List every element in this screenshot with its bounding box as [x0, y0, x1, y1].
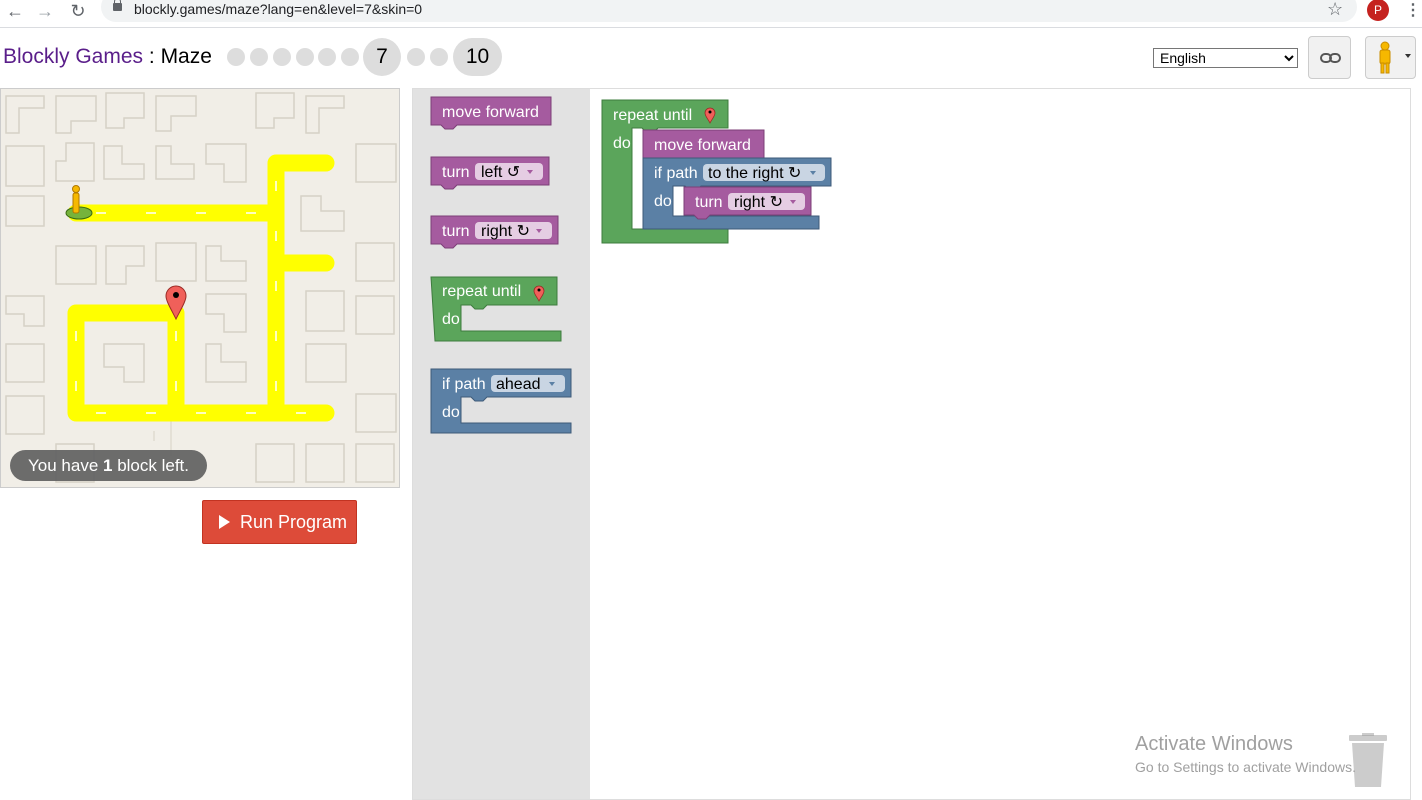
page-title: Blockly Games : Maze — [3, 45, 212, 69]
level-8-link[interactable] — [407, 48, 425, 66]
block-label: repeat until — [442, 283, 521, 300]
link-icon — [1320, 53, 1341, 63]
app-name: Maze — [160, 45, 212, 68]
profile-avatar[interactable]: P — [1367, 0, 1389, 21]
pegman-icon — [1379, 41, 1411, 74]
block-label: do — [654, 193, 672, 210]
program-move-forward-block[interactable]: move forward — [642, 129, 765, 163]
capacity-suffix: block left. — [112, 456, 190, 475]
trash-icon[interactable] — [1347, 733, 1389, 787]
url-text: blockly.games/maze?lang=en&level=7&skin=… — [134, 1, 423, 17]
dropdown-value: right ↻ — [481, 223, 530, 240]
play-icon — [219, 515, 230, 529]
block-label: do — [613, 135, 631, 152]
menu-icon[interactable]: ⋮ — [1405, 0, 1421, 20]
block-label: turn — [442, 164, 470, 181]
block-label: turn — [695, 194, 723, 211]
forward-icon[interactable]: → — [34, 1, 56, 23]
block-label: move forward — [442, 104, 539, 121]
level-6-link[interactable] — [341, 48, 359, 66]
address-bar[interactable]: blockly.games/maze?lang=en&level=7&skin=… — [101, 0, 1357, 22]
activation-watermark-title: Activate Windows — [1135, 733, 1293, 755]
reload-icon[interactable]: ↻ — [67, 1, 89, 23]
level-3-link[interactable] — [273, 48, 291, 66]
level-4-link[interactable] — [296, 48, 314, 66]
blocks-svg: move forward turn left ↺ turn right ↻ re… — [430, 96, 832, 434]
star-icon[interactable]: ☆ — [1327, 0, 1343, 20]
brand-link[interactable]: Blockly Games — [3, 45, 143, 68]
link-button[interactable] — [1308, 36, 1351, 79]
block-label: if path — [654, 165, 698, 182]
level-5-link[interactable] — [318, 48, 336, 66]
pegman-avatar-icon — [65, 185, 93, 220]
run-program-button[interactable]: Run Program — [202, 500, 357, 544]
block-label: repeat until — [613, 107, 692, 124]
lock-icon — [113, 0, 122, 11]
toolbox-move-forward-block[interactable]: move forward — [430, 96, 552, 130]
level-9-link[interactable] — [430, 48, 448, 66]
block-label: do — [442, 311, 460, 328]
dropdown-value: to the right ↻ — [708, 165, 801, 182]
capacity-prefix: You have — [28, 456, 103, 475]
level-2-link[interactable] — [250, 48, 268, 66]
run-program-label: Run Program — [240, 512, 348, 532]
block-label: if path — [442, 376, 486, 393]
dropdown-value: right ↻ — [734, 194, 783, 211]
program-turn-right-block[interactable]: turn right ↻ — [683, 186, 812, 220]
browser-toolbar: ← → ↻ blockly.games/maze?lang=en&level=7… — [0, 0, 1422, 28]
toolbox-turn-left-block[interactable]: turn left ↺ — [430, 156, 550, 190]
block-label: turn — [442, 223, 470, 240]
level-10-link[interactable]: 10 — [453, 38, 502, 76]
maze-svg — [5, 92, 397, 483]
current-level: 7 — [363, 38, 401, 76]
maze-canvas — [0, 88, 400, 488]
activation-watermark-subtitle: Go to Settings to activate Windows. — [1135, 759, 1356, 775]
block-label: move forward — [654, 137, 751, 154]
capacity-badge: You have 1 block left. — [10, 450, 208, 481]
blockly-workspace[interactable]: move forward turn left ↺ turn right ↻ re… — [412, 88, 1411, 800]
dropdown-value: ahead — [496, 376, 541, 393]
toolbox-repeat-until-block[interactable]: repeat until do — [430, 276, 562, 342]
pegman-menu-button[interactable] — [1365, 36, 1416, 79]
level-1-link[interactable] — [227, 48, 245, 66]
dropdown-value: left ↺ — [481, 164, 520, 181]
title-separator: : — [143, 45, 161, 68]
block-label: do — [442, 404, 460, 421]
language-select[interactable]: English — [1153, 48, 1298, 68]
toolbox-turn-right-block[interactable]: turn right ↻ — [430, 215, 559, 249]
back-icon[interactable]: ← — [4, 1, 26, 23]
toolbox-if-path-block[interactable]: if path ahead do — [430, 368, 572, 434]
